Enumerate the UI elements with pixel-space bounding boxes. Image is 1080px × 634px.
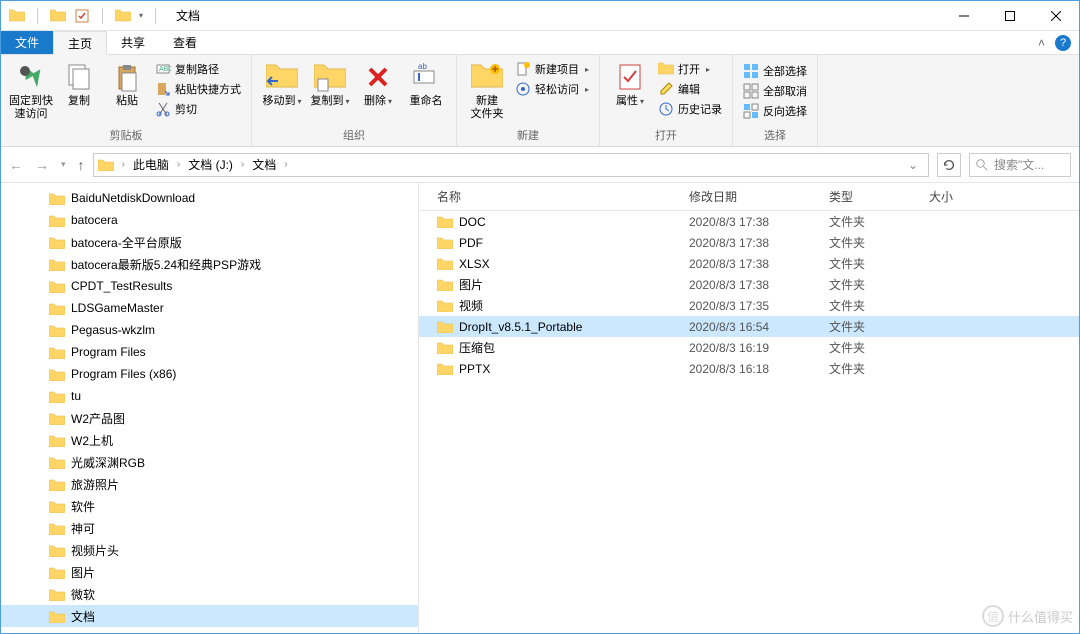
copy-to-button[interactable]: 复制到▾ — [306, 57, 354, 108]
help-icon[interactable]: ? — [1055, 35, 1071, 51]
maximize-button[interactable] — [987, 1, 1033, 31]
watermark: 值什么值得买 — [982, 605, 1073, 627]
tree-item[interactable]: 软件 — [1, 495, 418, 517]
invert-selection-button[interactable]: 反向选择 — [743, 103, 807, 119]
crumb-folder[interactable]: 文档 — [248, 156, 280, 173]
folder-tree[interactable]: BaiduNetdiskDownloadbatocerabatocera-全平台… — [1, 183, 419, 633]
col-date[interactable]: 修改日期 — [689, 188, 829, 205]
group-select-label: 选择 — [739, 125, 811, 146]
tree-item[interactable]: 旅游照片 — [1, 473, 418, 495]
file-row[interactable]: PDF2020/8/3 17:38文件夹 — [419, 232, 1079, 253]
properties-qat-icon[interactable] — [74, 8, 90, 24]
address-bar[interactable]: › 此电脑› 文档 (J:)› 文档› ⌄ — [93, 153, 929, 177]
crumb-pc[interactable]: 此电脑 — [129, 156, 173, 173]
tree-item[interactable]: 视频片头 — [1, 539, 418, 561]
svg-text:ABC: ABC — [159, 66, 171, 73]
tree-item[interactable]: Program Files (x86) — [1, 363, 418, 385]
copy-button[interactable]: 复制 — [55, 57, 103, 108]
ribbon-tabs: 文件 主页 共享 查看 ˄ ? — [1, 31, 1079, 55]
tree-item[interactable]: 微软 — [1, 583, 418, 605]
search-placeholder: 搜索"文... — [994, 156, 1044, 173]
new-item-button[interactable]: 新建项目▸ — [515, 61, 589, 77]
move-to-button[interactable]: 移动到▾ — [258, 57, 306, 108]
forward-button[interactable]: → — [35, 157, 49, 173]
close-button[interactable] — [1033, 1, 1079, 31]
tab-share[interactable]: 共享 — [107, 31, 159, 54]
cut-button[interactable]: 剪切 — [155, 101, 241, 117]
history-button[interactable]: 历史记录 — [658, 101, 722, 117]
tab-file[interactable]: 文件 — [1, 31, 53, 54]
group-new-label: 新建 — [463, 125, 593, 146]
group-clipboard-label: 剪贴板 — [7, 125, 245, 146]
minimize-button[interactable] — [941, 1, 987, 31]
open-button[interactable]: 打开▸ — [658, 61, 722, 77]
file-row[interactable]: DOC2020/8/3 17:38文件夹 — [419, 211, 1079, 232]
tree-item[interactable]: 图片 — [1, 561, 418, 583]
tree-item[interactable]: batocera最新版5.24和经典PSP游戏 — [1, 253, 418, 275]
file-row[interactable]: 压缩包2020/8/3 16:19文件夹 — [419, 337, 1079, 358]
rename-button[interactable]: ab重命名 — [402, 57, 450, 108]
tree-item[interactable]: BaiduNetdiskDownload — [1, 187, 418, 209]
file-list: 名称 修改日期 类型 大小 DOC2020/8/3 17:38文件夹PDF202… — [419, 183, 1079, 633]
pin-button[interactable]: 固定到快 速访问 — [7, 57, 55, 121]
group-open-label: 打开 — [606, 125, 726, 146]
tree-item[interactable]: tu — [1, 385, 418, 407]
col-type[interactable]: 类型 — [829, 188, 929, 205]
tab-home[interactable]: 主页 — [53, 31, 107, 55]
new-folder-button[interactable]: 新建 文件夹 — [463, 57, 511, 121]
select-none-button[interactable]: 全部取消 — [743, 83, 807, 99]
col-size[interactable]: 大小 — [929, 188, 1079, 205]
tree-item[interactable]: batocera-全平台原版 — [1, 231, 418, 253]
address-dropdown[interactable]: ⌄ — [902, 158, 924, 172]
paste-button[interactable]: 粘贴 — [103, 57, 151, 108]
refresh-button[interactable] — [937, 153, 961, 177]
col-name[interactable]: 名称 — [419, 188, 689, 205]
qat-dropdown[interactable]: ▾ — [139, 11, 143, 20]
svg-text:ab: ab — [418, 62, 427, 71]
tab-view[interactable]: 查看 — [159, 31, 211, 54]
folder-qat2-icon[interactable] — [115, 8, 131, 24]
tree-item[interactable]: batocera — [1, 209, 418, 231]
file-row[interactable]: PPTX2020/8/3 16:18文件夹 — [419, 358, 1079, 379]
window-title: 文档 — [168, 7, 200, 24]
folder-qat-icon[interactable] — [50, 8, 66, 24]
column-headers[interactable]: 名称 修改日期 类型 大小 — [419, 183, 1079, 211]
tree-item[interactable]: W2产品图 — [1, 407, 418, 429]
file-row[interactable]: 视频2020/8/3 17:35文件夹 — [419, 295, 1079, 316]
tree-item[interactable]: Pegasus-wkzlm — [1, 319, 418, 341]
tree-item[interactable]: 光威深渊RGB — [1, 451, 418, 473]
group-organize-label: 组织 — [258, 125, 450, 146]
copy-path-button[interactable]: ABC复制路径 — [155, 61, 241, 77]
tree-item[interactable]: 神可 — [1, 517, 418, 539]
crumb-drive[interactable]: 文档 (J:) — [184, 156, 237, 173]
search-input[interactable]: 搜索"文... — [969, 153, 1071, 177]
tree-item[interactable]: W2上机 — [1, 429, 418, 451]
select-all-button[interactable]: 全部选择 — [743, 63, 807, 79]
up-button[interactable]: ↑ — [78, 157, 85, 173]
recent-dropdown[interactable]: ▾ — [61, 159, 66, 170]
tree-item[interactable]: 文档 — [1, 605, 418, 627]
tree-item[interactable]: LDSGameMaster — [1, 297, 418, 319]
tree-item[interactable]: Program Files — [1, 341, 418, 363]
properties-button[interactable]: 属性▾ — [606, 57, 654, 108]
file-row[interactable]: 图片2020/8/3 17:38文件夹 — [419, 274, 1079, 295]
ribbon-collapse-icon[interactable]: ˄ — [1038, 36, 1045, 50]
paste-shortcut-button[interactable]: 粘贴快捷方式 — [155, 81, 241, 97]
navbar: ← → ▾ ↑ › 此电脑› 文档 (J:)› 文档› ⌄ 搜索"文... — [1, 147, 1079, 183]
back-button[interactable]: ← — [9, 157, 23, 173]
file-row[interactable]: DropIt_v8.5.1_Portable2020/8/3 16:54文件夹 — [419, 316, 1079, 337]
tree-item[interactable]: CPDT_TestResults — [1, 275, 418, 297]
file-row[interactable]: XLSX2020/8/3 17:38文件夹 — [419, 253, 1079, 274]
delete-button[interactable]: 删除▾ — [354, 57, 402, 108]
easy-access-button[interactable]: 轻松访问▸ — [515, 81, 589, 97]
edit-button[interactable]: 编辑 — [658, 81, 722, 97]
titlebar: ▾ 文档 — [1, 1, 1079, 31]
app-icon — [9, 8, 25, 24]
ribbon: 固定到快 速访问 复制 粘贴 ABC复制路径 粘贴快捷方式 剪切 剪贴板 移动到… — [1, 55, 1079, 147]
